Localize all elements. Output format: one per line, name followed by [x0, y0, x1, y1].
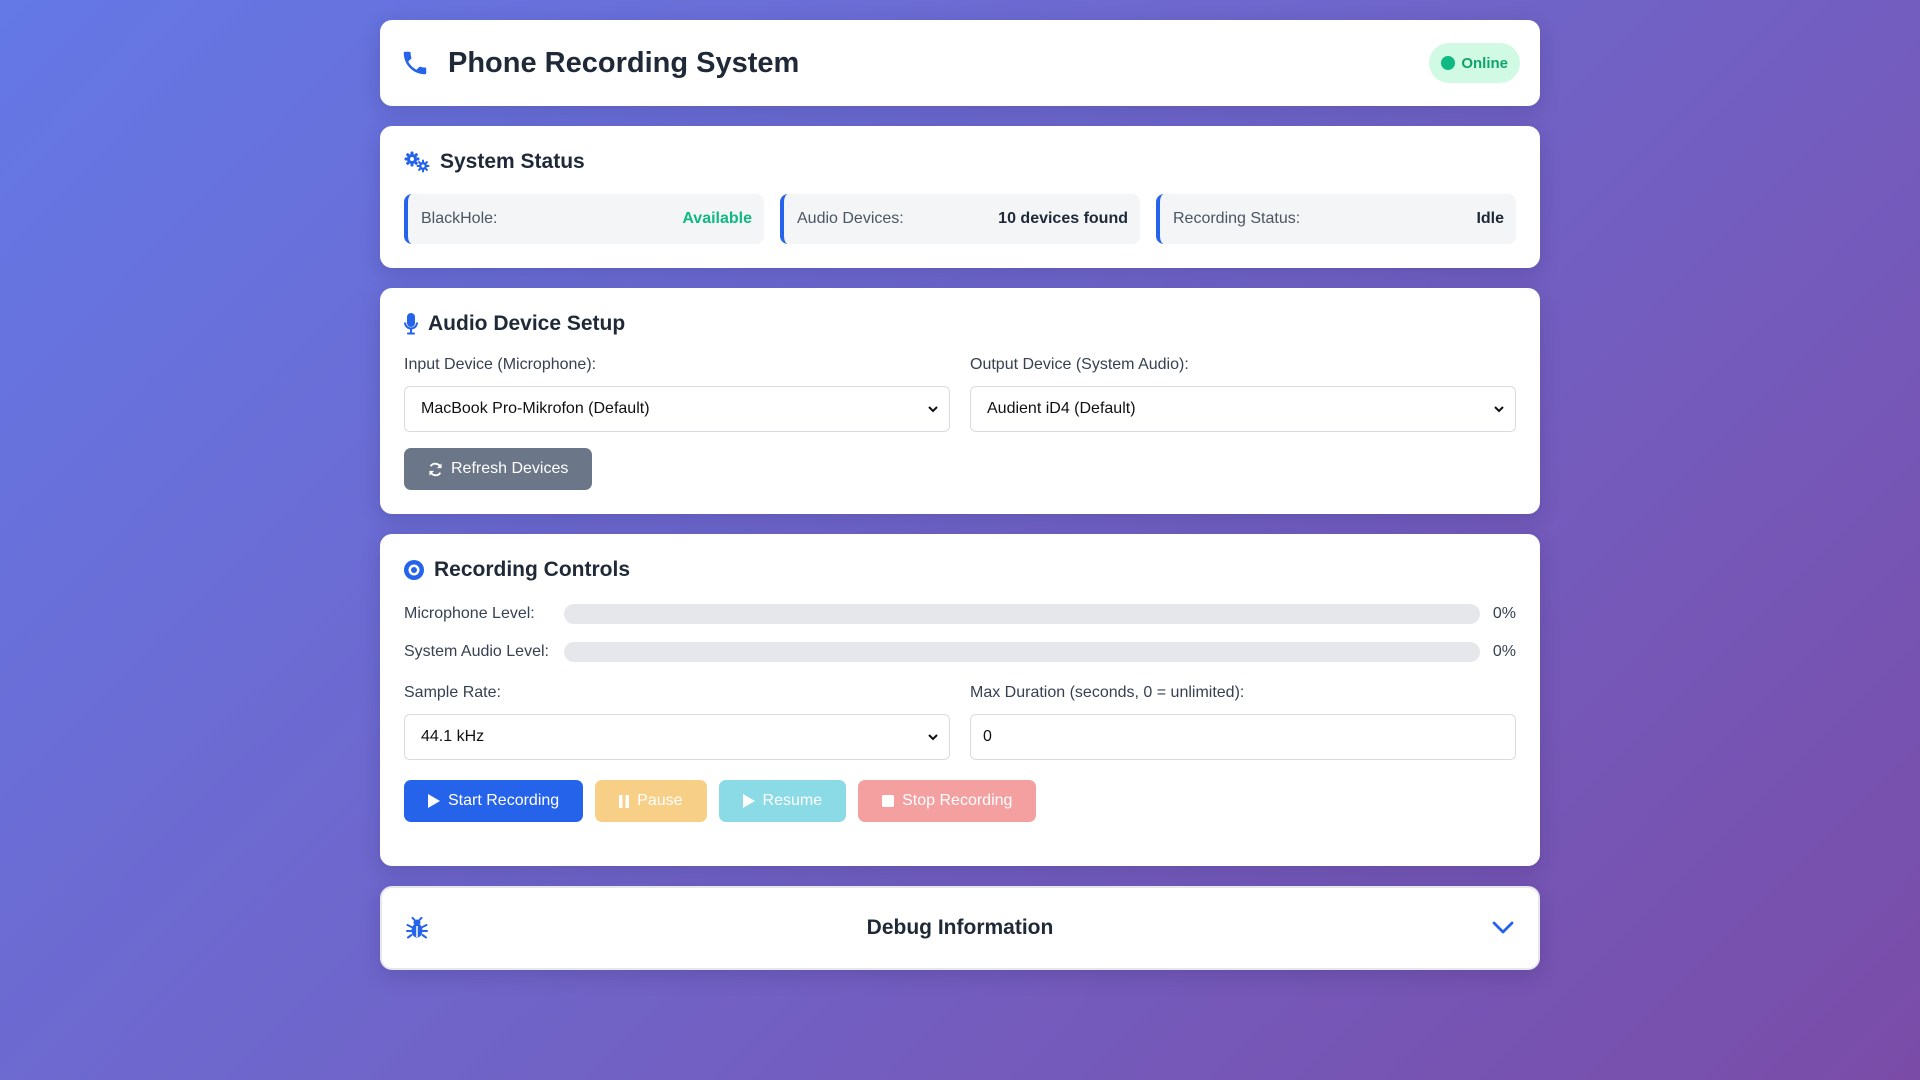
microphone-level-value: 0%: [1492, 605, 1516, 622]
recording-controls-header: Recording Controls: [404, 558, 1516, 582]
status-badge: Online: [1429, 43, 1520, 83]
input-device-group: Input Device (Microphone): MacBook Pro-M…: [404, 356, 950, 432]
play-icon: [428, 794, 440, 808]
sample-rate-group: Sample Rate: 44.1 kHz: [404, 684, 950, 760]
debug-information-title: Debug Information: [866, 916, 1054, 939]
microphone-level-meter: [564, 604, 1480, 624]
microphone-level-row: Microphone Level: 0%: [404, 602, 1516, 626]
output-device-select[interactable]: Audient iD4 (Default): [970, 386, 1516, 432]
input-device-select[interactable]: MacBook Pro-Mikrofon (Default): [404, 386, 950, 432]
chevron-down-icon: [1494, 406, 1504, 413]
start-recording-label: Start Recording: [448, 792, 560, 809]
resume-button[interactable]: Resume: [718, 780, 847, 822]
chevron-down-icon: [928, 406, 938, 413]
system-audio-level-value: 0%: [1492, 643, 1516, 660]
input-device-label: Input Device (Microphone):: [404, 356, 597, 373]
debug-information-toggle[interactable]: Debug Information: [380, 886, 1540, 970]
stop-recording-label: Stop Recording: [902, 792, 1013, 809]
audio-device-setup-panel: Audio Device Setup Input Device (Microph…: [380, 288, 1540, 514]
stop-recording-button[interactable]: Stop Recording: [858, 780, 1037, 822]
refresh-row: Refresh Devices: [404, 448, 1516, 490]
sample-rate-value: 44.1 kHz: [421, 728, 485, 745]
system-status-panel: System Status BlackHole: Available Audio…: [380, 126, 1540, 268]
microphone-level-label: Microphone Level:: [404, 605, 535, 622]
recording-controls-panel: Recording Controls Microphone Level: 0% …: [380, 534, 1540, 866]
pause-label: Pause: [637, 792, 683, 809]
chevron-down-icon[interactable]: [1492, 921, 1514, 935]
max-duration-value: 0: [983, 728, 992, 745]
system-status-header: System Status: [404, 150, 1516, 174]
refresh-devices-button[interactable]: Refresh Devices: [404, 448, 593, 490]
device-select-row: Input Device (Microphone): MacBook Pro-M…: [404, 356, 1516, 432]
status-blackhole: BlackHole: Available: [404, 194, 764, 244]
status-badge-label: Online: [1461, 54, 1508, 72]
microphone-icon: [404, 313, 418, 335]
status-recording: Recording Status: Idle: [1156, 194, 1516, 244]
resume-label: Resume: [762, 792, 823, 809]
pause-icon: [619, 794, 630, 808]
online-dot-icon: [1441, 56, 1456, 70]
max-duration-input[interactable]: 0: [970, 714, 1516, 760]
status-label: Audio Devices:: [797, 210, 904, 227]
status-value: Available: [682, 210, 752, 227]
play-icon: [742, 794, 755, 808]
page-title: Phone Recording System: [448, 46, 800, 79]
recording-settings-row: Sample Rate: 44.1 kHz Max Duration (seco…: [404, 684, 1516, 760]
max-duration-group: Max Duration (seconds, 0 = unlimited): 0: [970, 684, 1516, 760]
record-icon: [404, 560, 424, 580]
bug-icon: [406, 917, 428, 939]
status-value: Idle: [1476, 210, 1504, 227]
start-recording-button[interactable]: Start Recording: [404, 780, 584, 822]
max-duration-label: Max Duration (seconds, 0 = unlimited):: [970, 684, 1245, 701]
phone-icon: [403, 51, 427, 75]
app-header: Phone Recording System Online: [380, 20, 1540, 106]
input-device-value: MacBook Pro-Mikrofon (Default): [421, 400, 650, 417]
status-label: Recording Status:: [1173, 210, 1301, 227]
refresh-devices-label: Refresh Devices: [451, 460, 569, 477]
sample-rate-select[interactable]: 44.1 kHz: [404, 714, 950, 760]
audio-setup-title: Audio Device Setup: [428, 312, 626, 335]
output-device-label: Output Device (System Audio):: [970, 356, 1189, 373]
pause-button[interactable]: Pause: [595, 780, 707, 822]
system-audio-level-label: System Audio Level:: [404, 643, 549, 660]
status-value: 10 devices found: [998, 210, 1128, 227]
status-grid: BlackHole: Available Audio Devices: 10 d…: [404, 194, 1516, 244]
chevron-down-icon: [928, 734, 938, 741]
system-audio-level-row: System Audio Level: 0%: [404, 640, 1516, 664]
system-status-title: System Status: [440, 150, 585, 173]
output-device-value: Audient iD4 (Default): [987, 400, 1136, 417]
recording-buttons: Start Recording Pause Resume Stop Record…: [404, 780, 1516, 822]
audio-setup-header: Audio Device Setup: [404, 312, 1516, 336]
stop-icon: [882, 795, 895, 807]
gears-icon: [404, 151, 430, 173]
output-device-group: Output Device (System Audio): Audient iD…: [970, 356, 1516, 432]
refresh-icon: [429, 462, 442, 476]
app-container: Phone Recording System Online System Sta…: [380, 20, 1540, 990]
recording-controls-title: Recording Controls: [434, 558, 631, 581]
status-audio-devices: Audio Devices: 10 devices found: [780, 194, 1140, 244]
sample-rate-label: Sample Rate:: [404, 684, 501, 701]
status-label: BlackHole:: [421, 210, 498, 227]
system-audio-level-meter: [564, 642, 1480, 662]
